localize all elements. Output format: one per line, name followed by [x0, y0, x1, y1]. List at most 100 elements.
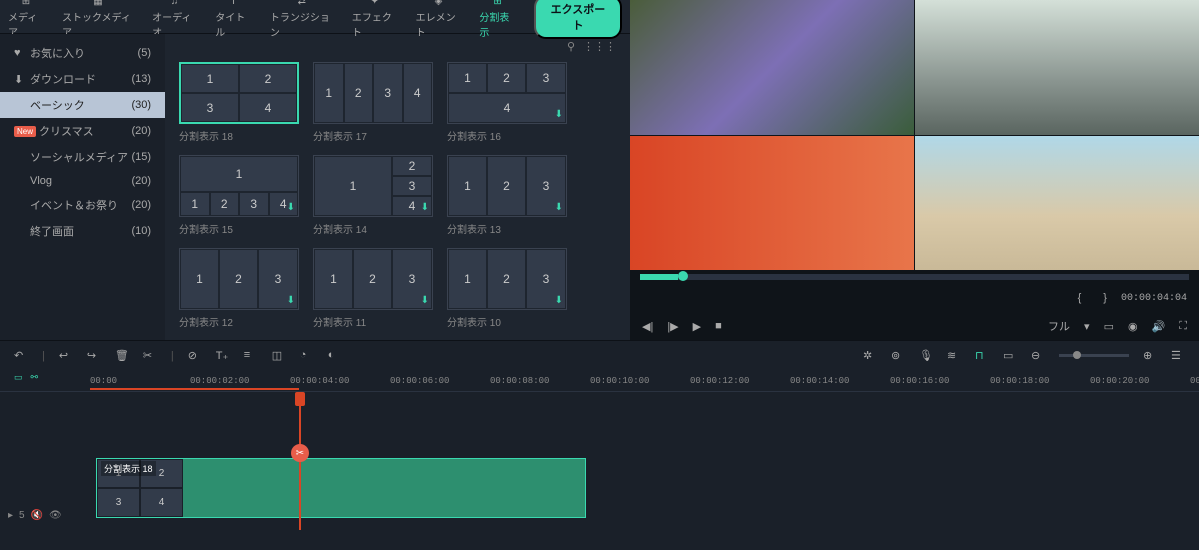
- stop-icon[interactable]: ■: [715, 320, 722, 332]
- time-mark: 00:00:22: [1190, 376, 1199, 386]
- template-cell: 3: [181, 93, 239, 122]
- mic-icon[interactable]: 🎙: [919, 349, 933, 363]
- color-icon[interactable]: ◐: [328, 349, 342, 363]
- download-icon[interactable]: ⬇: [421, 202, 429, 213]
- timeline-clip-icon[interactable]: ▭: [14, 373, 23, 383]
- time-mark: 00:00:06:00: [390, 376, 449, 386]
- zoom-in-icon[interactable]: ⊕: [1143, 349, 1157, 363]
- record-icon[interactable]: ⊚: [891, 349, 905, 363]
- delete-icon[interactable]: 🗑: [115, 349, 129, 363]
- sidebar-count: (20): [131, 199, 151, 211]
- align-icon[interactable]: ≡: [244, 349, 258, 363]
- download-icon: ⬇: [14, 73, 26, 85]
- split-template[interactable]: 123⬇: [179, 248, 299, 310]
- sidebar-label: ソーシャルメディア: [30, 149, 131, 165]
- settings-icon[interactable]: ☰: [1171, 349, 1185, 363]
- undo-icon[interactable]: ↶: [14, 349, 28, 363]
- marker-icon[interactable]: ⊓: [975, 349, 989, 363]
- prev-frame-icon[interactable]: ◀|: [642, 320, 653, 333]
- preview-pane-3: [630, 136, 914, 271]
- cut-icon[interactable]: ✂: [143, 349, 157, 363]
- template-cell: 3: [239, 192, 269, 216]
- play-icon[interactable]: ▶: [693, 320, 701, 333]
- download-icon[interactable]: ⬇: [421, 295, 429, 306]
- zoom-slider[interactable]: [1059, 354, 1129, 357]
- search-icon[interactable]: ⚲: [567, 40, 575, 53]
- preview-scrubber[interactable]: [640, 274, 1189, 280]
- template-label: 分割表示 18: [179, 128, 299, 143]
- transition-icon: ⇄: [295, 0, 309, 8]
- new-badge: New: [14, 126, 36, 137]
- time-mark: 00:00:16:00: [890, 376, 949, 386]
- display-icon[interactable]: ▭: [1104, 320, 1114, 333]
- download-icon[interactable]: ⬇: [555, 109, 563, 120]
- sidebar-count: (20): [131, 175, 151, 187]
- play-backward-icon[interactable]: |▶: [667, 320, 678, 333]
- heart-icon: ♥: [14, 47, 26, 59]
- split-template[interactable]: 1234⬇: [313, 155, 433, 217]
- chevron-down-icon[interactable]: ▾: [1084, 320, 1090, 333]
- template-label: 分割表示 14: [313, 221, 433, 236]
- sidebar-item[interactable]: Newクリスマス(20): [0, 118, 165, 144]
- template-cell: 3: [373, 63, 403, 123]
- split-template[interactable]: 1234: [313, 62, 433, 124]
- text-add-icon[interactable]: T₊: [216, 349, 230, 363]
- sidebar-item[interactable]: イベント＆お祭り(20): [0, 192, 165, 218]
- sparkle-icon: ✦: [368, 0, 382, 8]
- template-cell: 4: [239, 93, 297, 122]
- time-mark: 00:00:02:00: [190, 376, 249, 386]
- sidebar-item[interactable]: ⬇ダウンロード(13): [0, 66, 165, 92]
- track-mute-icon[interactable]: 🔇: [31, 510, 43, 521]
- quality-label[interactable]: フル: [1048, 318, 1070, 334]
- split-template[interactable]: 1234⬇: [447, 62, 567, 124]
- render-icon[interactable]: ✲: [863, 349, 877, 363]
- speed-icon[interactable]: ◔: [300, 349, 314, 363]
- crop-icon[interactable]: ◫: [272, 349, 286, 363]
- fullscreen-icon[interactable]: ⛶: [1179, 320, 1187, 333]
- download-icon[interactable]: ⬇: [287, 295, 295, 306]
- export-button[interactable]: エクスポート: [534, 0, 622, 39]
- template-cell: 2: [353, 249, 392, 309]
- track-lock-icon[interactable]: 👁: [49, 510, 62, 521]
- split-template[interactable]: 123⬇: [447, 248, 567, 310]
- sidebar-item[interactable]: ベーシック(30): [0, 92, 165, 118]
- sidebar-item[interactable]: ソーシャルメディア(15): [0, 144, 165, 170]
- template-cell: 1: [314, 249, 353, 309]
- track-expand-icon[interactable]: ▸: [8, 510, 13, 521]
- playhead-cut-icon[interactable]: ✂: [291, 444, 309, 462]
- snapshot-icon[interactable]: ◉: [1128, 320, 1138, 333]
- timeline[interactable]: ▭ ⚯ 00:0000:00:02:0000:00:04:0000:00:06:…: [0, 370, 1199, 530]
- tag-icon[interactable]: ⊘: [188, 349, 202, 363]
- download-icon[interactable]: ⬇: [555, 202, 563, 213]
- mark-out-icon[interactable]: }: [1103, 292, 1107, 304]
- template-cell: 2: [344, 63, 374, 123]
- mark-in-icon[interactable]: {: [1078, 292, 1082, 304]
- timeline-clip[interactable]: 分割表示 18 1234: [96, 458, 586, 518]
- sidebar-label: イベント＆お祭り: [30, 197, 131, 213]
- redo-back-icon[interactable]: ↩: [59, 349, 73, 363]
- download-icon[interactable]: ⬇: [287, 202, 295, 213]
- sidebar-count: (13): [131, 73, 151, 85]
- timeline-link-icon[interactable]: ⚯: [31, 373, 39, 383]
- split-template[interactable]: 11234⬇: [179, 155, 299, 217]
- download-icon[interactable]: ⬇: [555, 295, 563, 306]
- volume-icon[interactable]: 🔊: [1152, 320, 1166, 333]
- time-mark: 00:00:04:00: [290, 376, 349, 386]
- fit-icon[interactable]: ▭: [1003, 349, 1017, 363]
- zoom-out-icon[interactable]: ⊖: [1031, 349, 1045, 363]
- sidebar-item[interactable]: ♥お気に入り(5): [0, 40, 165, 66]
- sidebar-item[interactable]: Vlog(20): [0, 170, 165, 192]
- redo-fwd-icon[interactable]: ↪: [87, 349, 101, 363]
- element-icon: ◈: [431, 0, 445, 8]
- preview-pane-1: [630, 0, 914, 135]
- template-cell: 2: [487, 249, 526, 309]
- time-mark: 00:00:14:00: [790, 376, 849, 386]
- mixer-icon[interactable]: ≋: [947, 349, 961, 363]
- split-template[interactable]: 1234: [179, 62, 299, 124]
- split-template[interactable]: 123⬇: [313, 248, 433, 310]
- sidebar-item[interactable]: 終了画面(10): [0, 218, 165, 244]
- grid-view-icon[interactable]: ⋮⋮⋮: [583, 40, 616, 53]
- template-cell: 1: [180, 156, 298, 192]
- time-mark: 00:00:18:00: [990, 376, 1049, 386]
- split-template[interactable]: 123⬇: [447, 155, 567, 217]
